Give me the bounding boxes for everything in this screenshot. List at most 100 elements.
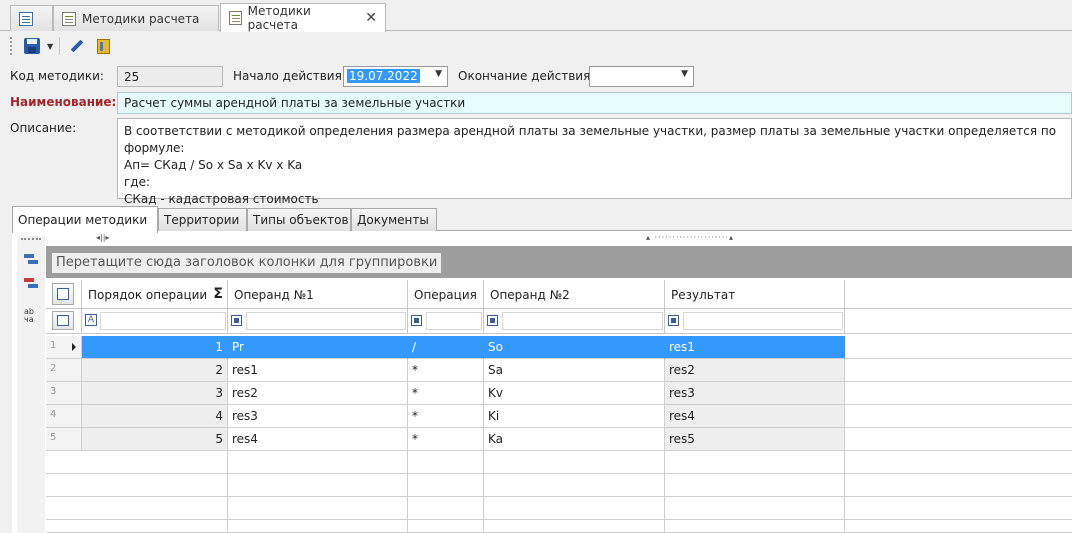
column-ruler: ◂||▸ ▴ ·····················▴ bbox=[46, 233, 1072, 244]
tab-methods-1[interactable]: Методики расчета bbox=[53, 5, 219, 31]
cell-order[interactable]: 1 bbox=[82, 336, 228, 359]
description-field[interactable]: В соответствии с методикой определения р… bbox=[117, 118, 1072, 206]
start-date-label: Начало действия: bbox=[233, 69, 346, 83]
cell-order[interactable]: 2 bbox=[82, 359, 228, 382]
filter-operand2[interactable] bbox=[484, 309, 665, 333]
filter-operation-input[interactable] bbox=[426, 312, 482, 330]
tab-home[interactable] bbox=[10, 5, 53, 31]
document-tab-bar: Методики расчета Методики расчета ✕ bbox=[0, 0, 1072, 32]
name-field[interactable]: Расчет суммы арендной платы за земельные… bbox=[117, 92, 1072, 114]
reference-button[interactable] bbox=[92, 35, 114, 57]
cell-order[interactable]: 5 bbox=[82, 428, 228, 451]
cell-operand2[interactable]: Ka bbox=[484, 428, 665, 451]
group-by-panel[interactable]: Перетащите сюда заголовок колонки для гр… bbox=[46, 246, 1072, 278]
filter-operand1-input[interactable] bbox=[246, 312, 406, 330]
cell-operand2[interactable]: Sa bbox=[484, 359, 665, 382]
toolbar-separator bbox=[59, 37, 61, 55]
cell-result[interactable]: res1 bbox=[665, 336, 845, 359]
table-row[interactable]: 4 4 res3 * Ki res4 bbox=[46, 405, 1072, 428]
dropdown-arrow-icon[interactable]: ▼ bbox=[435, 69, 442, 79]
filter-operand1[interactable] bbox=[228, 309, 408, 333]
column-header-order[interactable]: Порядок операции Σ bbox=[82, 280, 228, 309]
end-date-picker[interactable]: ▼ bbox=[589, 66, 694, 87]
filter-order-input[interactable] bbox=[100, 312, 226, 330]
delete-row-icon[interactable] bbox=[24, 276, 40, 290]
filter-row: A bbox=[46, 309, 1072, 334]
filter-condition-icon[interactable] bbox=[668, 315, 679, 326]
filter-order[interactable]: A bbox=[82, 309, 228, 333]
edit-button[interactable] bbox=[66, 35, 88, 57]
side-grip[interactable] bbox=[21, 238, 41, 241]
sum-icon[interactable]: Σ bbox=[213, 286, 223, 302]
row-indicator[interactable]: 4 bbox=[46, 405, 82, 428]
row-indicator[interactable]: 2 bbox=[46, 359, 82, 382]
filter-operand2-input[interactable] bbox=[502, 312, 663, 330]
cell-operand2[interactable]: So bbox=[484, 336, 665, 359]
cell-result[interactable]: res3 bbox=[665, 382, 845, 405]
cell-operand1[interactable]: res4 bbox=[228, 428, 408, 451]
column-header-operation[interactable]: Операция bbox=[408, 280, 484, 309]
table-row[interactable]: 2 2 res1 * Sa res2 bbox=[46, 359, 1072, 382]
cell-result[interactable]: res2 bbox=[665, 359, 845, 382]
cell-order[interactable]: 3 bbox=[82, 382, 228, 405]
cell-operand1[interactable]: res2 bbox=[228, 382, 408, 405]
cell-operation[interactable]: * bbox=[408, 405, 484, 428]
dropdown-arrow-icon[interactable]: ▼ bbox=[681, 69, 688, 79]
empty-row bbox=[46, 474, 1072, 497]
tab-territories[interactable]: Территории bbox=[158, 208, 247, 231]
filter-result[interactable] bbox=[665, 309, 845, 333]
cell-result[interactable]: res4 bbox=[665, 405, 845, 428]
row-indicator[interactable]: 3 bbox=[46, 382, 82, 405]
tab-documents[interactable]: Документы bbox=[351, 208, 437, 231]
toolbar-grip[interactable] bbox=[10, 37, 13, 55]
add-row-icon[interactable] bbox=[24, 252, 40, 266]
column-chooser-cell bbox=[46, 280, 82, 309]
cell-operand1[interactable]: Pr bbox=[228, 336, 408, 359]
column-header-operand1[interactable]: Операнд №1 bbox=[228, 280, 408, 309]
tab-methods-2[interactable]: Методики расчета ✕ bbox=[220, 3, 386, 32]
filter-result-input[interactable] bbox=[683, 312, 843, 330]
cell-operand1[interactable]: res1 bbox=[228, 359, 408, 382]
cell-result[interactable]: res5 bbox=[665, 428, 845, 451]
filter-condition-icon[interactable] bbox=[231, 315, 242, 326]
start-date-picker[interactable]: 19.07.2022 ▼ bbox=[343, 66, 448, 87]
cell-operand2[interactable]: Ki bbox=[484, 405, 665, 428]
cell-operand1[interactable]: res3 bbox=[228, 405, 408, 428]
cell-operation[interactable]: * bbox=[408, 359, 484, 382]
filter-condition-icon[interactable] bbox=[411, 315, 422, 326]
cell-operation[interactable]: * bbox=[408, 382, 484, 405]
column-header-operand2[interactable]: Операнд №2 bbox=[484, 280, 665, 309]
description-label: Описание: bbox=[10, 121, 77, 135]
filter-text-icon[interactable]: A bbox=[85, 314, 97, 326]
tab-object-types[interactable]: Типы объектов bbox=[247, 208, 351, 231]
column-chooser-button[interactable] bbox=[52, 283, 74, 305]
save-button[interactable] bbox=[21, 35, 43, 57]
filter-condition-icon[interactable] bbox=[487, 315, 498, 326]
tab-operations[interactable]: Операции методики bbox=[12, 206, 158, 233]
end-date-label: Окончание действия: bbox=[458, 69, 595, 83]
cell-operand2[interactable]: Kv bbox=[484, 382, 665, 405]
code-field[interactable]: 25 bbox=[117, 66, 223, 87]
row-indicator[interactable]: 1 bbox=[46, 336, 82, 359]
grid-icon bbox=[19, 11, 33, 26]
cell-operation[interactable]: / bbox=[408, 336, 484, 359]
cell-order[interactable]: 4 bbox=[82, 405, 228, 428]
filter-clear-button[interactable] bbox=[52, 311, 74, 330]
close-icon[interactable]: ✕ bbox=[365, 10, 377, 26]
grid-header: Порядок операции Σ Операнд №1 Операция О… bbox=[46, 280, 1072, 309]
cell-empty bbox=[845, 382, 1072, 405]
empty-row bbox=[46, 520, 1072, 533]
row-indicator[interactable]: 5 bbox=[46, 428, 82, 451]
spellcheck-icon[interactable]: ab ча bbox=[24, 308, 40, 324]
filter-clear-cell bbox=[46, 309, 82, 333]
table-row[interactable]: 5 5 res4 * Ka res5 bbox=[46, 428, 1072, 451]
operations-grid: Порядок операции Σ Операнд №1 Операция О… bbox=[46, 280, 1072, 533]
save-dropdown-button[interactable]: ▼ bbox=[47, 42, 53, 51]
table-row[interactable]: 1 1 Pr / So res1 bbox=[46, 336, 1072, 359]
ruler-marker: ◂||▸ bbox=[96, 233, 110, 242]
filter-operation[interactable] bbox=[408, 309, 484, 333]
cell-operation[interactable]: * bbox=[408, 428, 484, 451]
table-row[interactable]: 3 3 res2 * Kv res3 bbox=[46, 382, 1072, 405]
column-header-result[interactable]: Результат bbox=[665, 280, 845, 309]
toolbar: ▼ bbox=[4, 33, 136, 59]
